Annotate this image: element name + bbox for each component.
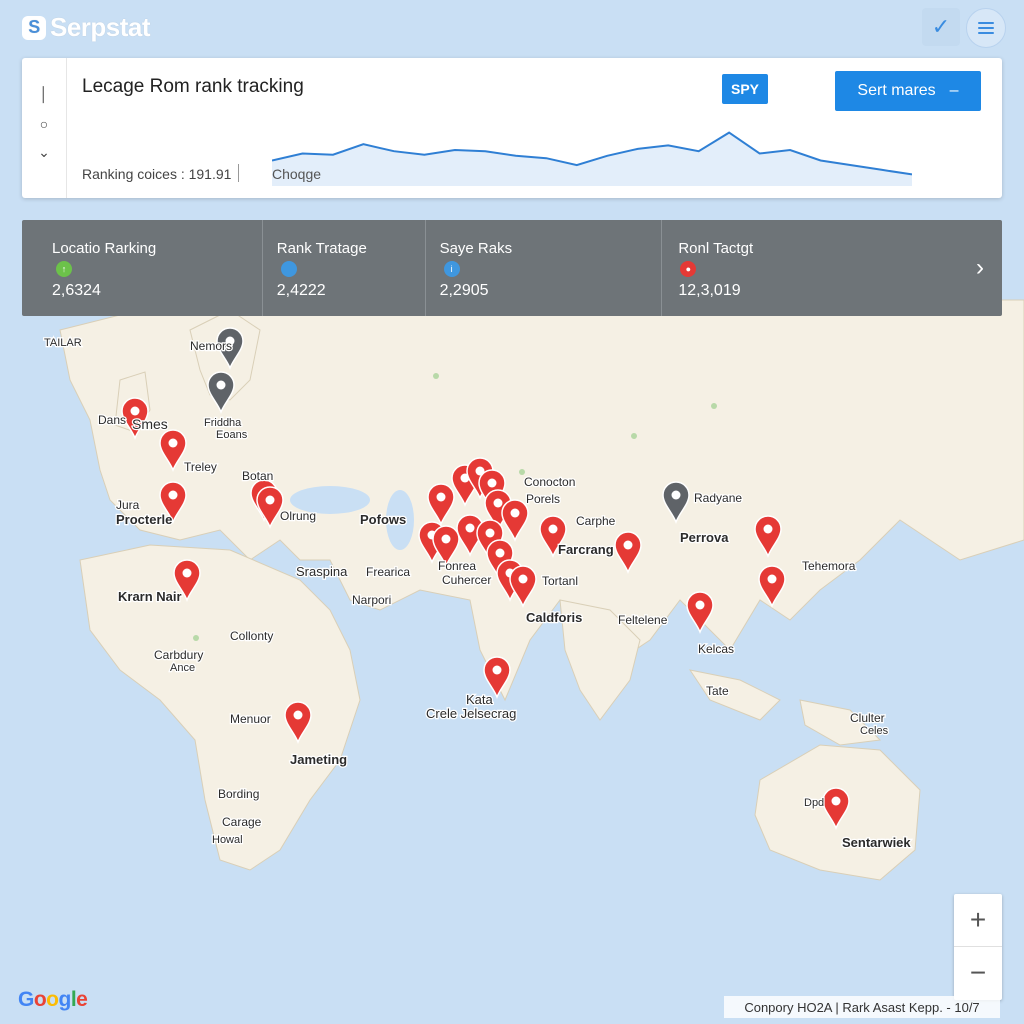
map-place-label: Tehemora [802, 559, 856, 573]
circle-icon[interactable]: ○ [36, 116, 52, 132]
stat-label: Saye Raks [439, 240, 513, 257]
stat-value: 2,6324 [52, 282, 101, 299]
map-place-label: Carage [222, 815, 262, 829]
line-icon[interactable]: │ [36, 86, 52, 102]
map-place-label: Carphe [576, 514, 616, 528]
map-place-label: Smes [132, 416, 168, 432]
map-place-label: Farcrang [558, 542, 614, 557]
map-place-label: Perrova [680, 530, 729, 545]
panel-title: Lecage Rom rank tracking [82, 76, 304, 97]
map-place-label: Dans [98, 413, 126, 427]
map-place-label: Menuor [230, 712, 271, 726]
map-place-label: Celes [860, 725, 889, 737]
map-place-label: Caldforis [526, 610, 582, 625]
chevron-right-icon[interactable]: › [976, 254, 984, 282]
status-dot-icon: ● [680, 261, 697, 277]
google-letter: o [46, 988, 59, 1011]
menu-button[interactable] [966, 8, 1006, 48]
map-place-label: Clulter [850, 711, 885, 725]
map-place-label: Jura [116, 498, 140, 512]
map-place-label: Sentarwiek [842, 835, 911, 850]
status-dot-icon [280, 261, 297, 277]
stat-rank-tratage[interactable]: Rank Tratage 2,4222 [263, 220, 426, 316]
map-place-label: Pofows [360, 512, 406, 527]
map-place-label: Porels [526, 492, 560, 506]
sort-button-label: Sert mares [857, 82, 936, 99]
google-logo[interactable]: Google [18, 988, 88, 1012]
map-place-label: Jameting [290, 752, 347, 767]
stat-label: Rank Tratage [276, 240, 367, 257]
chevron-down-icon[interactable]: ⌄ [36, 144, 52, 160]
map-place-label: Tate [706, 684, 729, 698]
stat-label: Ronl Tactgt [678, 240, 754, 257]
map-place-label: Feltelene [618, 613, 668, 627]
stat-value: 2,4222 [276, 282, 326, 299]
map-place-label: Sraspina [296, 564, 348, 579]
check-icon: ✓ [931, 14, 951, 39]
google-letter: g [58, 988, 72, 1011]
map-place-label: Dpd [804, 797, 824, 809]
stat-value: 12,3,019 [678, 282, 741, 299]
map-place-label: Fonrea [438, 559, 476, 573]
spy-button[interactable]: SPY [722, 74, 768, 104]
map-place-label: Radyane [694, 491, 742, 505]
chart-caption: Choqge [272, 166, 322, 182]
map-place-label: Bording [218, 787, 259, 801]
map-place-label: Kelcas [698, 642, 734, 656]
map-place-label: Conocton [524, 475, 575, 489]
map-place-label: Ance [170, 662, 195, 674]
map-place-label: Tortanl [542, 574, 578, 588]
stats-bar: Locatio Rarking ↑ 2,6324 Rank Tratage 2,… [22, 220, 1002, 316]
map-place-label: Kata [466, 692, 494, 707]
panel-rail: │ ○ ⌄ [22, 58, 67, 198]
zoom-in-button[interactable]: + [954, 894, 1002, 947]
stat-label: Locatio Rarking [52, 240, 157, 257]
logo-text: Serpstat [50, 12, 151, 42]
divider [238, 164, 239, 182]
serpstat-logo[interactable]: S Serpstat [22, 12, 151, 43]
map-place-label: Procterle [116, 512, 172, 527]
google-letter: o [33, 988, 47, 1011]
dash-icon: – [949, 82, 959, 99]
map-place-label: TAILAR [44, 337, 82, 349]
ranking-label: Ranking coices : 191.91 [82, 166, 232, 182]
google-letter: G [18, 988, 34, 1011]
stat-value: 2,2905 [439, 282, 489, 299]
sort-button[interactable]: Sert mares – [835, 71, 981, 111]
logo-mark: S [22, 15, 46, 40]
stat-ronl-tactgt[interactable]: Ronl Tactgt ● 12,3,019 › [662, 220, 1002, 316]
map-place-label: Friddha [204, 417, 242, 429]
map-place-label: Howal [212, 834, 243, 846]
map-attribution[interactable]: Conpory HO2A | Rark Asast Kepp. - 10/7 [724, 996, 1000, 1018]
google-letter: e [76, 988, 88, 1011]
zoom-controls: + − [954, 894, 1002, 1000]
status-dot-icon: ↑ [56, 261, 72, 277]
stat-location-ranking[interactable]: Locatio Rarking ↑ 2,6324 [22, 220, 263, 316]
map-place-label: Narpori [352, 593, 391, 607]
map-place-label: Crele Jelsecrag [426, 706, 516, 721]
info-dot-icon: i [443, 261, 460, 277]
map-place-label: Collonty [230, 629, 273, 643]
zoom-out-button[interactable]: − [954, 947, 1002, 999]
map-place-label: Botan [242, 469, 273, 483]
stat-saye-raks[interactable]: Saye Raks i 2,2905 [426, 220, 663, 316]
map-place-label: Eoans [216, 429, 248, 441]
map-place-label: Cuhercer [442, 573, 491, 587]
check-button[interactable]: ✓ [922, 8, 960, 46]
map-place-label: Treley [184, 460, 217, 474]
menu-icon [978, 22, 994, 34]
rank-tracking-panel: │ ○ ⌄ Lecage Rom rank tracking SPY Sert … [22, 58, 1002, 198]
map-place-label: Nemors [190, 339, 232, 353]
map-place-label: Krarn Nair [118, 589, 182, 604]
ranking-sparkline [272, 131, 912, 186]
map-place-label: Olrung [280, 509, 316, 523]
map-place-label: Frearica [366, 565, 410, 579]
map-place-label: Carbdury [154, 648, 203, 662]
